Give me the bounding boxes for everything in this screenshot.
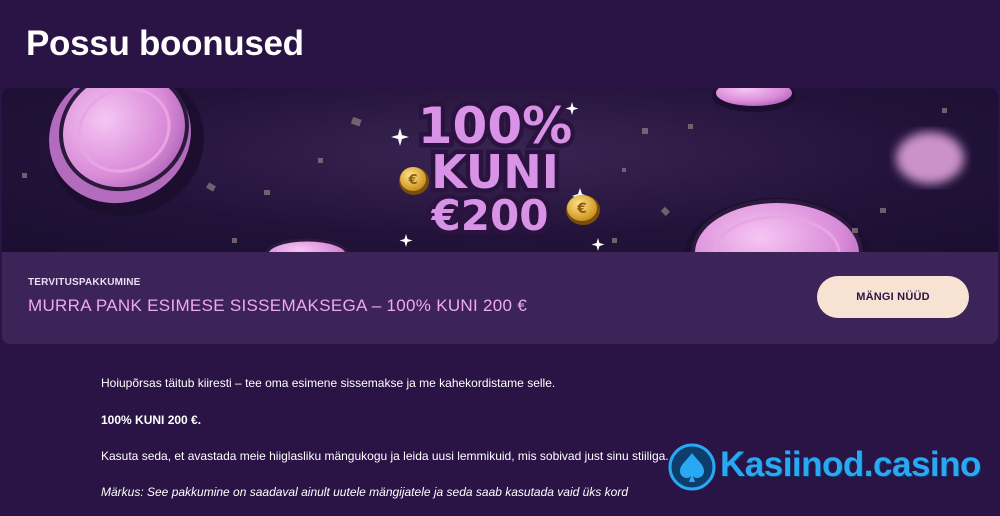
spade-icon <box>668 443 716 491</box>
promo-banner-image: 100% KUNI €200 € € <box>2 88 998 252</box>
watermark-logo: Kasiinod.casino <box>668 443 988 491</box>
description-line-1: Hoiupõrsas täitub kiiresti – tee oma esi… <box>101 376 556 390</box>
description-bonus-amount: 100% KUNI 200 €. <box>101 413 202 427</box>
play-now-button[interactable]: MÄNGI NÜÜD <box>817 276 969 318</box>
promo-tag: TERVITUSPAKKUMINE <box>28 277 141 288</box>
description-line-3: Kasuta seda, et avastada meie hiiglaslik… <box>101 449 669 463</box>
promo-footer: TERVITUSPAKKUMINE MURRA PANK ESIMESE SIS… <box>2 252 998 344</box>
svg-text:€: € <box>407 173 417 188</box>
svg-text:€: € <box>576 201 587 217</box>
coin-illustration: 100% KUNI €200 € € <box>22 88 964 252</box>
page-title: Possu boonused <box>26 24 304 63</box>
watermark-text: Kasiinod.casino <box>720 445 981 484</box>
promo-offer-title: MURRA PANK ESIMESE SISSEMAKSEGA – 100% K… <box>28 296 528 315</box>
promo-card: 100% KUNI €200 € € TERVITUSPAKKUMINE MUR… <box>2 88 998 344</box>
gold-coin-icon: € <box>399 167 429 195</box>
banner-line-3: €200 <box>431 191 549 240</box>
gold-coin-icon: € <box>566 195 600 225</box>
description-note: Märkus: See pakkumine on saadaval ainult… <box>101 485 628 499</box>
